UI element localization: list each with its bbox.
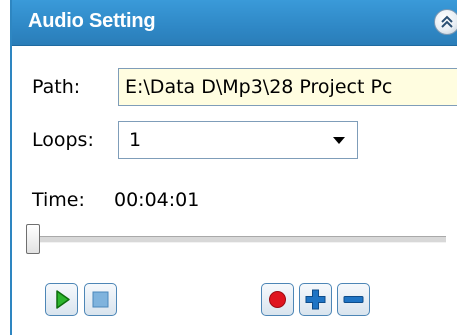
panel-title: Audio Setting: [28, 10, 156, 32]
loops-label: Loops:: [32, 129, 94, 151]
dropdown-arrow-icon: [333, 137, 345, 144]
path-value: E:\Data D\Mp3\28 Project Pc: [125, 76, 393, 98]
time-slider-track[interactable]: [36, 236, 446, 243]
plus-icon: [305, 289, 326, 310]
path-label: Path:: [32, 76, 81, 98]
stop-button[interactable]: [84, 283, 117, 316]
play-icon: [56, 290, 70, 309]
loops-dropdown[interactable]: 1: [118, 121, 358, 159]
time-slider-thumb[interactable]: [26, 224, 40, 254]
double-chevron-up-icon: [441, 15, 453, 28]
time-value: 00:04:01: [114, 189, 200, 211]
minus-icon: [343, 296, 364, 303]
remove-button[interactable]: [337, 283, 370, 316]
loops-selected-value: 1: [129, 129, 142, 151]
collapse-button[interactable]: [434, 9, 457, 35]
add-button[interactable]: [299, 283, 332, 316]
record-icon: [269, 291, 286, 308]
record-button[interactable]: [261, 283, 294, 316]
time-label: Time:: [32, 189, 85, 211]
stop-icon: [92, 291, 109, 308]
play-button[interactable]: [45, 283, 78, 316]
panel-header: Audio Setting: [12, 0, 457, 46]
path-field[interactable]: E:\Data D\Mp3\28 Project Pc: [118, 68, 457, 106]
